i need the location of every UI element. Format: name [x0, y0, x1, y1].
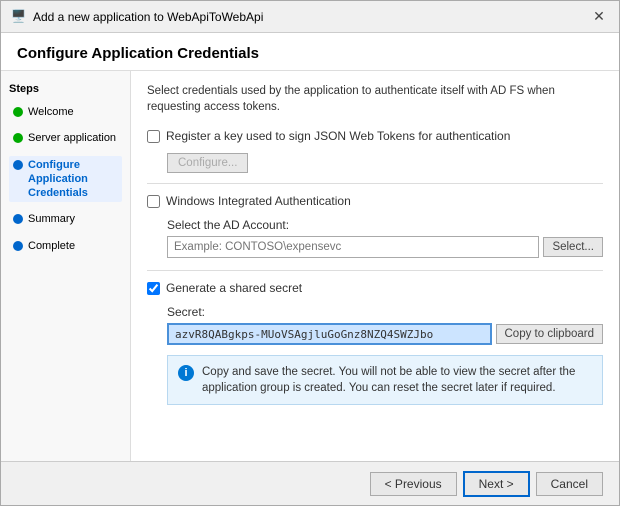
option2-checkbox[interactable] [147, 195, 160, 208]
step-dot-complete [13, 241, 23, 251]
dialog-footer: < Previous Next > Cancel [1, 461, 619, 505]
steps-panel: Steps Welcome Server application Configu… [1, 71, 131, 461]
option1-row: Register a key used to sign JSON Web Tok… [147, 129, 603, 143]
divider2 [147, 270, 603, 271]
secret-label: Secret: [167, 305, 603, 319]
step-dot-welcome [13, 107, 23, 117]
step-dot-credentials [13, 160, 23, 170]
select-button[interactable]: Select... [543, 237, 603, 257]
dialog-icon: 🖥️ [11, 9, 27, 25]
step-label-welcome: Welcome [28, 105, 74, 119]
step-dot-server [13, 133, 23, 143]
dialog-header: Configure Application Credentials [1, 33, 619, 71]
option1-checkbox[interactable] [147, 130, 160, 143]
option2-label: Windows Integrated Authentication [166, 194, 351, 208]
ad-account-input[interactable] [167, 236, 539, 258]
option1-label: Register a key used to sign JSON Web Tok… [166, 129, 510, 143]
step-credentials: Configure ApplicationCredentials [9, 156, 122, 203]
info-text: Copy and save the secret. You will not b… [202, 364, 592, 396]
close-button[interactable]: ✕ [589, 7, 609, 27]
option3-row: Generate a shared secret [147, 281, 603, 295]
shared-secret-section: Generate a shared secret Secret: Copy to… [147, 281, 603, 405]
main-dialog: 🖥️ Add a new application to WebApiToWebA… [0, 0, 620, 506]
step-dot-summary [13, 214, 23, 224]
cancel-button[interactable]: Cancel [536, 472, 603, 496]
dialog-title: Configure Application Credentials [17, 45, 603, 62]
ad-account-row: Select... [167, 236, 603, 258]
option3-checkbox[interactable] [147, 282, 160, 295]
configure-btn-wrapper: Configure... [147, 153, 603, 183]
steps-title: Steps [9, 83, 122, 95]
option3-label: Generate a shared secret [166, 281, 302, 295]
secret-input[interactable] [167, 323, 492, 345]
ad-account-label: Select the AD Account: [167, 218, 603, 232]
step-label-credentials: Configure ApplicationCredentials [28, 158, 118, 201]
step-complete: Complete [9, 237, 122, 255]
step-server: Server application [9, 129, 122, 147]
title-bar-text: Add a new application to WebApiToWebApi [33, 10, 263, 24]
option2-row: Windows Integrated Authentication [147, 194, 603, 208]
dialog-body: Steps Welcome Server application Configu… [1, 71, 619, 461]
secret-row: Copy to clipboard [167, 323, 603, 345]
step-welcome: Welcome [9, 103, 122, 121]
description-text: Select credentials used by the applicati… [147, 83, 603, 115]
previous-button[interactable]: < Previous [370, 472, 457, 496]
next-button[interactable]: Next > [463, 471, 530, 497]
configure-button[interactable]: Configure... [167, 153, 248, 173]
step-label-server: Server application [28, 131, 116, 145]
step-summary: Summary [9, 210, 122, 228]
info-box: i Copy and save the secret. You will not… [167, 355, 603, 405]
divider1 [147, 183, 603, 184]
copy-to-clipboard-button[interactable]: Copy to clipboard [496, 324, 604, 344]
main-content: Select credentials used by the applicati… [131, 71, 619, 461]
info-icon: i [178, 365, 194, 381]
title-bar: 🖥️ Add a new application to WebApiToWebA… [1, 1, 619, 33]
title-bar-left: 🖥️ Add a new application to WebApiToWebA… [11, 9, 263, 25]
step-label-complete: Complete [28, 239, 75, 253]
step-label-summary: Summary [28, 212, 75, 226]
